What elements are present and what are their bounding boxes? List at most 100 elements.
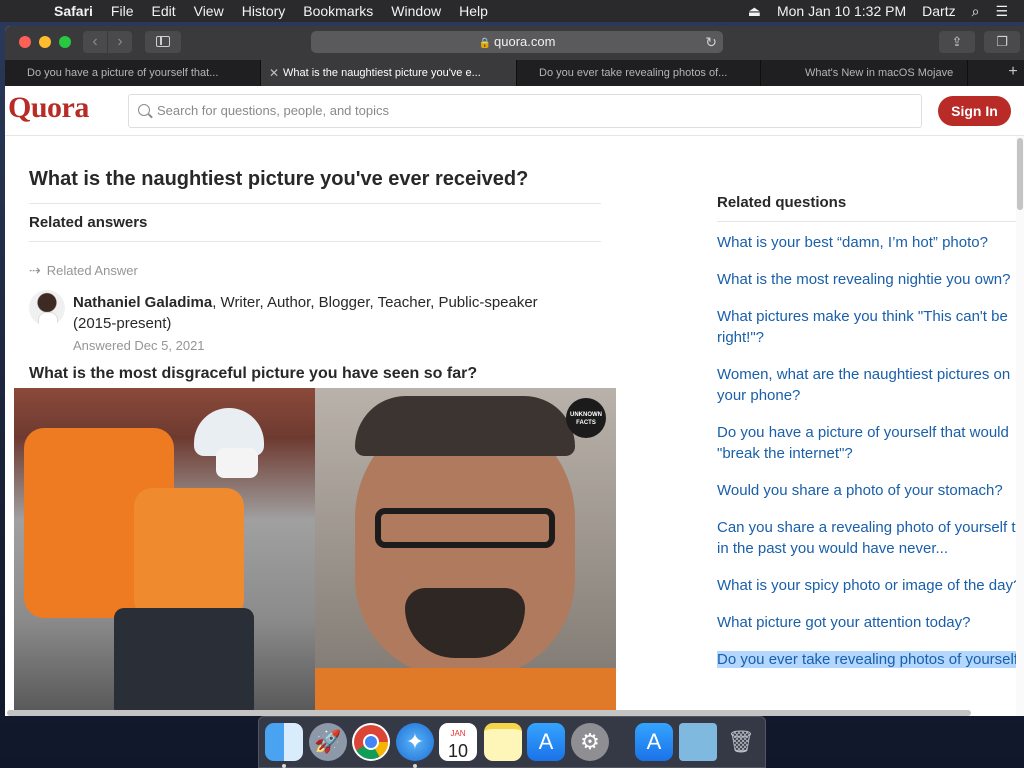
chrome-logo-icon <box>354 725 388 759</box>
finder-icon[interactable] <box>265 723 303 761</box>
spotlight-icon[interactable]: ⌕ <box>972 3 980 20</box>
related-question-link[interactable]: Do you have a picture of yourself that w… <box>717 422 1016 464</box>
share-button[interactable]: ⇪ <box>939 31 975 53</box>
search-input[interactable]: Search for questions, people, and topics <box>128 94 922 128</box>
safari-window: ‹ › 🔒 quora.com ↻ ⇪ ❐ Do you have a pictu… <box>5 26 1024 716</box>
related-answers-heading: Related answers <box>29 214 148 231</box>
running-indicator <box>413 764 417 768</box>
address-bar[interactable]: 🔒 quora.com ↻ <box>311 31 723 53</box>
fullscreen-window-button[interactable] <box>59 36 71 48</box>
sidebar-icon <box>156 36 170 47</box>
answer-photo[interactable]: UNKNOWN FACTS <box>14 388 616 716</box>
related-questions-list: What is your best “damn, I’m hot” photo?… <box>717 232 1016 686</box>
menu-window[interactable]: Window <box>391 3 441 19</box>
close-window-button[interactable] <box>19 36 31 48</box>
related-answer-label: ⇢ Related Answer <box>29 262 138 279</box>
hair <box>355 396 575 456</box>
web-page: Quora Search for questions, people, and … <box>5 86 1024 716</box>
close-tab-icon[interactable]: ✕ <box>269 60 279 86</box>
eject-icon[interactable]: ⏏ <box>748 3 761 20</box>
related-question-link[interactable]: What is the most revealing nightie you o… <box>717 269 1016 290</box>
question-title[interactable]: What is the naughtiest picture you've ev… <box>29 168 528 191</box>
notification-center-icon[interactable]: ☰ <box>995 3 1008 20</box>
tab-1[interactable]: Do you have a picture of yourself that..… <box>5 60 261 86</box>
vertical-scrollbar[interactable] <box>1016 136 1024 716</box>
answered-date[interactable]: Answered Dec 5, 2021 <box>73 338 205 353</box>
sidebar-toggle-button[interactable] <box>145 31 181 53</box>
minimize-window-button[interactable] <box>39 36 51 48</box>
menu-history[interactable]: History <box>242 3 286 19</box>
author-credential: Nathaniel Galadima, Writer, Author, Blog… <box>73 292 573 334</box>
toolbar: ‹ › 🔒 quora.com ↻ ⇪ ❐ <box>5 26 1024 60</box>
menu-bookmarks[interactable]: Bookmarks <box>303 3 373 19</box>
tab-label: Do you have a picture of yourself that..… <box>27 67 219 79</box>
tab-4[interactable]: What's New in macOS Mojave <box>761 60 968 86</box>
tab-label: Do you ever take revealing photos of... <box>539 67 728 79</box>
author-avatar[interactable] <box>29 290 65 326</box>
running-indicator <box>282 764 286 768</box>
show-all-tabs-button[interactable]: ❐ <box>984 31 1020 53</box>
back-button[interactable]: ‹ <box>83 31 107 53</box>
answer-question-title[interactable]: What is the most disgraceful picture you… <box>29 365 477 383</box>
menu-edit[interactable]: Edit <box>151 3 175 19</box>
related-question-link[interactable]: What is your best “damn, I’m hot” photo? <box>717 232 1016 253</box>
menu-extras: ⏏ Mon Jan 10 1:32 PM Dartz ⌕ ☰ <box>748 0 1024 22</box>
sign-in-button[interactable]: Sign In <box>938 96 1011 126</box>
divider <box>29 241 601 242</box>
related-answer-text: Related Answer <box>46 263 138 278</box>
scrollbar-thumb[interactable] <box>1017 138 1023 210</box>
search-placeholder: Search for questions, people, and topics <box>157 103 389 118</box>
photo-right-portrait <box>315 388 616 716</box>
menu-file[interactable]: File <box>111 3 134 19</box>
related-question-link[interactable]: Can you share a revealing photo of yours… <box>717 517 1016 559</box>
glasses <box>375 508 555 548</box>
related-question-link[interactable]: Women, what are the naughtiest pictures … <box>717 364 1016 406</box>
reload-icon[interactable]: ↻ <box>705 31 717 53</box>
menu-app-name[interactable]: Safari <box>54 3 93 19</box>
chrome-icon[interactable] <box>352 723 390 761</box>
safari-icon[interactable]: ✦ <box>396 723 434 761</box>
dock: 🚀 ✦ JAN 10 A ⚙ A 🗑 <box>258 716 766 768</box>
divider <box>717 221 1016 222</box>
trash-icon[interactable]: 🗑 <box>722 723 760 761</box>
face-mask <box>216 448 258 478</box>
related-question-link[interactable]: What picture got your attention today? <box>717 612 1016 633</box>
photo-left-delivery-cyclist <box>14 388 315 716</box>
calendar-day: 10 <box>447 741 469 761</box>
orange-shirt <box>315 668 616 716</box>
launchpad-icon[interactable]: 🚀 <box>309 723 347 761</box>
quora-logo[interactable]: Quora <box>8 91 89 125</box>
forward-button[interactable]: › <box>108 31 132 53</box>
tab-2-active[interactable]: ✕ What is the naughtiest picture you've e… <box>261 60 517 86</box>
clock[interactable]: Mon Jan 10 1:32 PM <box>777 3 906 19</box>
notes-icon[interactable] <box>484 723 522 761</box>
user-name[interactable]: Dartz <box>922 3 955 19</box>
author-name[interactable]: Nathaniel Galadima <box>73 294 212 311</box>
tab-label: What is the naughtiest picture you've e.… <box>283 67 481 79</box>
menu-view[interactable]: View <box>194 3 224 19</box>
pants <box>114 608 254 716</box>
downloads-folder-icon[interactable] <box>679 723 717 761</box>
menu-bar: Safari File Edit View History Bookmarks … <box>0 0 1024 22</box>
related-question-link[interactable]: What is your spicy photo or image of the… <box>717 575 1016 596</box>
calendar-icon[interactable]: JAN 10 <box>439 723 477 761</box>
site-header: Quora Search for questions, people, and … <box>5 86 1024 136</box>
related-questions-heading: Related questions <box>717 194 847 211</box>
related-question-link[interactable]: What pictures make you think "This can't… <box>717 306 1016 348</box>
orange-shirt <box>134 488 244 618</box>
selected-text: Do you ever take revealing photos of you… <box>717 651 1016 668</box>
related-question-link[interactable]: Would you share a photo of your stomach? <box>717 480 1016 501</box>
url-text: quora.com <box>494 34 556 49</box>
related-question-link-selected[interactable]: Do you ever take revealing photos of you… <box>717 649 1016 670</box>
new-tab-button[interactable]: + <box>1002 60 1024 86</box>
unknown-facts-watermark: UNKNOWN FACTS <box>566 398 606 438</box>
lock-icon: 🔒 <box>478 38 492 49</box>
app-store-icon[interactable]: A <box>527 723 565 761</box>
related-arrow-icon: ⇢ <box>29 262 41 278</box>
system-preferences-icon[interactable]: ⚙ <box>571 723 609 761</box>
tab-3[interactable]: Do you ever take revealing photos of... <box>517 60 761 86</box>
tab-bar: Do you have a picture of yourself that..… <box>5 60 1024 86</box>
tab-label: What's New in macOS Mojave <box>805 67 954 79</box>
app-store-downloads-icon[interactable]: A <box>635 723 673 761</box>
menu-help[interactable]: Help <box>459 3 488 19</box>
